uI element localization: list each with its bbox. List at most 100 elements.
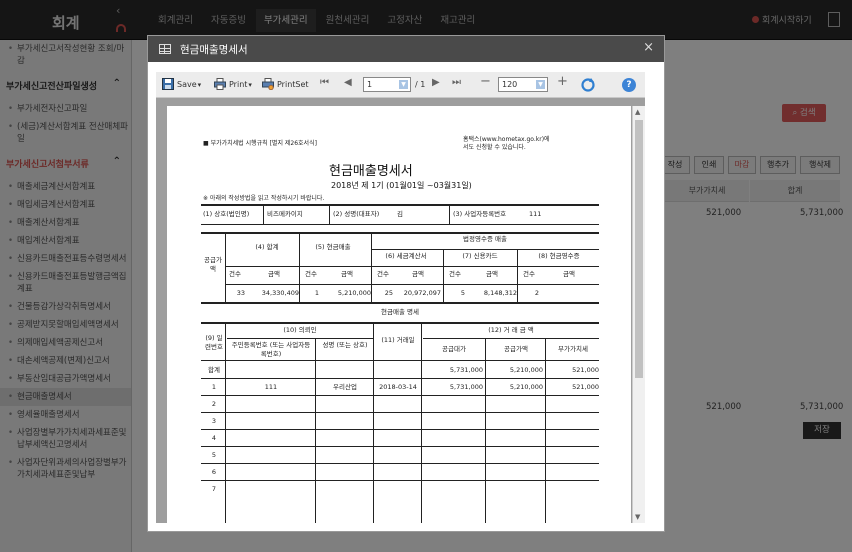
cash-sales-dialog: 현금매출명세서 × Save▾ Print▾ PrintSet ⏮ ◀ 1 ▼ /… xyxy=(147,35,665,532)
print-report-button[interactable]: Print▾ xyxy=(214,78,252,92)
rule-line xyxy=(201,232,599,234)
name-label: 성명 (또는 상호) xyxy=(322,341,368,349)
rep-value: 김 xyxy=(397,210,403,218)
refresh-icon[interactable] xyxy=(580,77,596,93)
rule-line xyxy=(421,322,422,523)
bizno-value: 111 xyxy=(529,210,542,218)
rule-line xyxy=(373,322,374,523)
rule-line xyxy=(201,360,599,361)
last-page-icon[interactable]: ⏭ xyxy=(452,77,461,88)
dialog-title: 현금매출명세서 xyxy=(180,44,248,56)
form-instruction: ※ 아래의 작성방법을 읽고 작성하시기 바랍니다. xyxy=(203,195,325,202)
rule-line xyxy=(449,204,450,224)
supply-label: 공급가액 xyxy=(504,345,528,353)
client-label: (10) 의뢰인 xyxy=(283,326,317,334)
rule-line xyxy=(263,204,264,224)
printset-button[interactable]: PrintSet xyxy=(262,78,309,91)
report-page: ■ 부가가치세법 시행규칙 [별지 제26호서식] 홈택스(www.hometa… xyxy=(167,106,631,523)
form-title: 현금매출명세서 xyxy=(329,164,413,179)
help-icon[interactable]: ? xyxy=(622,78,636,92)
rule-line xyxy=(201,463,599,464)
dialog-titlebar: 현금매출명세서 × xyxy=(148,36,664,62)
amount-label: 금액 xyxy=(268,270,280,278)
count-label: 건수 xyxy=(229,270,241,278)
rule-line xyxy=(545,338,546,523)
zoom-value: 120 xyxy=(502,80,518,89)
floppy-disk-icon xyxy=(162,78,174,90)
rule-line xyxy=(371,232,372,302)
rule-line xyxy=(201,302,599,304)
rule-line xyxy=(201,322,599,324)
first-page-icon[interactable]: ⏮ xyxy=(320,77,329,88)
count-label: 건수 xyxy=(305,270,317,278)
tax-invoice-label: (6) 세금계산서 xyxy=(385,252,427,260)
rule-line xyxy=(423,338,599,339)
supply-evidence-label: 법정영수증 매출 xyxy=(463,235,507,243)
vertical-scrollbar[interactable]: ▲ ▼ xyxy=(632,106,645,523)
save-report-button[interactable]: Save▾ xyxy=(162,78,201,92)
page-value: 1 xyxy=(367,80,373,89)
scroll-up-icon[interactable]: ▲ xyxy=(635,108,640,116)
rule-line xyxy=(315,338,316,523)
company-label: (1) 상호(법인명) xyxy=(203,210,250,218)
rule-line xyxy=(201,429,599,430)
bizno-label: (3) 사업자등록번호 xyxy=(453,210,507,218)
zoom-out-icon[interactable]: − xyxy=(480,74,491,89)
prev-page-icon[interactable]: ◀ xyxy=(344,77,352,88)
rule-line xyxy=(371,249,599,250)
rule-line xyxy=(225,232,226,302)
scroll-thumb[interactable] xyxy=(635,120,643,378)
rep-label: (2) 성명(대표자) xyxy=(333,210,380,218)
count-label: 건수 xyxy=(523,270,535,278)
row-vat: 521,000 xyxy=(572,383,599,391)
rule-line xyxy=(201,204,599,206)
zoom-in-icon[interactable]: + xyxy=(557,74,568,89)
supply-cash-label: (5) 현금매출 xyxy=(315,243,351,251)
dropdown-arrow-icon: ▾ xyxy=(248,81,252,89)
rule-line xyxy=(329,204,330,224)
vat-label: 부가가치세 xyxy=(558,345,588,353)
close-icon[interactable]: × xyxy=(643,40,654,55)
dropdown-arrow-icon: ▼ xyxy=(536,80,545,89)
date-label: (11) 거래일 xyxy=(381,336,415,344)
receipt-label: (8) 현금영수증 xyxy=(538,252,580,260)
app-root: 회계 ‹ 회계관리 자동증빙 부가세관리 원천세관리 고정자산 재고관리 회계시… xyxy=(0,0,852,552)
serial-label: (9) 일련번호 xyxy=(205,334,223,351)
dropdown-arrow-icon: ▼ xyxy=(399,80,408,89)
row-serial: 3 xyxy=(211,417,217,425)
total-supply: 5,210,000 xyxy=(509,366,543,374)
rule-line xyxy=(517,249,518,302)
amount-group-label: (12) 거 래 금 액 xyxy=(488,326,534,334)
card-label: (7) 신용카드 xyxy=(462,252,498,260)
supply-row-label: 공급가액 xyxy=(204,256,222,273)
page-number-input[interactable]: 1 ▼ xyxy=(363,77,411,92)
row-serial: 2 xyxy=(211,400,217,408)
invoice-amount: 20,972,097 xyxy=(403,289,441,297)
amount-label: 금액 xyxy=(341,270,353,278)
scroll-down-icon[interactable]: ▼ xyxy=(635,513,640,521)
rule-line xyxy=(225,322,226,523)
rule-line xyxy=(225,284,599,285)
zoom-select[interactable]: 120 ▼ xyxy=(498,77,548,92)
amount-label: 금액 xyxy=(412,270,424,278)
idno-label: 주민등록번호 (또는 사업자등록번호) xyxy=(231,341,311,358)
row-fee: 5,731,000 xyxy=(449,383,483,391)
row-supply: 5,210,000 xyxy=(509,383,543,391)
row-serial: 7 xyxy=(211,485,217,493)
rule-line xyxy=(227,338,373,339)
count-label: 건수 xyxy=(449,270,461,278)
rule-line xyxy=(201,446,599,447)
report-viewer: Save▾ Print▾ PrintSet ⏮ ◀ 1 ▼ / 1 ▶ ⏭ − 1… xyxy=(156,72,645,523)
card-amount: 8,148,312 xyxy=(483,289,517,297)
row-idno: 111 xyxy=(264,383,278,391)
company-value: 비즈메카이지 xyxy=(267,210,303,218)
invoice-count: 25 xyxy=(384,289,393,297)
supply-total-label: (4) 합계 xyxy=(255,243,279,251)
next-page-icon[interactable]: ▶ xyxy=(432,77,440,88)
printer-icon xyxy=(214,78,226,90)
rule-line xyxy=(485,338,486,523)
print-label: Print xyxy=(229,80,248,89)
save-label: Save xyxy=(177,80,197,89)
form-rule-ref: ■ 부가가치세법 시행규칙 [별지 제26호서식] xyxy=(203,140,317,147)
total-row-label: 합계 xyxy=(208,366,220,374)
